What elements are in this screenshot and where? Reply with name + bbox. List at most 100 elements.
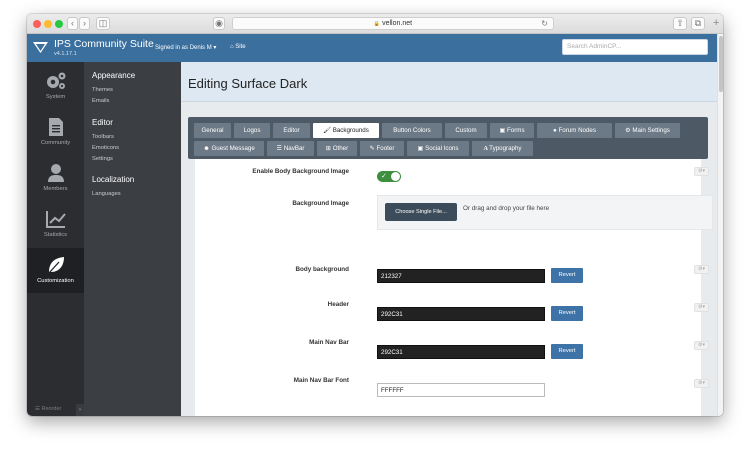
- signed-in-menu[interactable]: Signed in as Denis M ▾: [155, 44, 216, 51]
- tab-general[interactable]: General: [194, 123, 231, 138]
- tab-main-settings[interactable]: ⚙ Main Settings: [615, 123, 680, 138]
- submenu-item-toolbars[interactable]: Toolbars: [92, 134, 114, 140]
- rail-label: Members: [43, 186, 68, 192]
- enable-body-bg-label: Enable Body Background Image: [252, 168, 349, 175]
- rail-item-statistics[interactable]: Statistics: [27, 202, 84, 247]
- setting-options-icon[interactable]: ⚙▾: [694, 303, 709, 312]
- tabs-overview-icon[interactable]: ⧉: [691, 17, 705, 30]
- rail-label: Customization: [37, 278, 74, 284]
- main-content: Editing Surface Dark General Logos Edito…: [181, 62, 717, 416]
- tab-guest-message-label: Guest Message: [211, 145, 255, 152]
- tab-navbar[interactable]: ☰ NavBar: [267, 141, 314, 156]
- setting-options-icon[interactable]: ⚙▾: [694, 379, 709, 388]
- submenu-item-themes[interactable]: Themes: [92, 87, 113, 93]
- rail-item-system[interactable]: System: [27, 64, 84, 109]
- drop-text: Or drag and drop your file here: [463, 205, 550, 212]
- tab-guest-message[interactable]: ☻ Guest Message: [194, 141, 264, 156]
- tab-editor[interactable]: Editor: [273, 123, 310, 138]
- header-label: Header: [327, 301, 349, 308]
- tab-custom[interactable]: Custom: [445, 123, 487, 138]
- setting-options-icon[interactable]: ⚙▾: [694, 265, 709, 274]
- reload-icon[interactable]: ↻: [541, 18, 548, 30]
- home-icon: ⌂: [230, 44, 234, 50]
- tab-button-colors[interactable]: Button Colors: [382, 123, 442, 138]
- lock-icon: 🔒: [373, 21, 381, 27]
- brand-name: IPS Community Suite: [54, 38, 154, 50]
- submenu-item-settings[interactable]: Settings: [92, 156, 113, 162]
- revert-button[interactable]: Revert: [551, 344, 583, 359]
- privacy-icon[interactable]: ◉: [213, 17, 225, 30]
- body-background-input[interactable]: 212327: [377, 269, 545, 283]
- ips-logo-icon: [33, 42, 48, 53]
- site-link[interactable]: ⌂ Site: [230, 44, 246, 50]
- share-icon[interactable]: ⇧: [673, 17, 687, 30]
- toggle-knob: [391, 172, 400, 181]
- submenu-item-emoticons[interactable]: Emoticons: [92, 145, 119, 151]
- brand-version: v4.1.17.1: [54, 51, 77, 57]
- document-icon: [48, 118, 63, 136]
- site-link-label: Site: [235, 44, 246, 50]
- chart-icon: [45, 211, 66, 228]
- sidebar-toggle-icon[interactable]: ◫: [96, 17, 110, 30]
- tab-forms[interactable]: ▣ Forms: [490, 123, 534, 138]
- tab-social-icons[interactable]: ▣ Social Icons: [407, 141, 469, 156]
- browser-toolbar: ‹ › ◫ ◉ 🔒 vellon.net ↻ ⇧ ⧉ +: [27, 14, 723, 34]
- collapse-menu-button[interactable]: ›: [76, 404, 84, 416]
- tab-main-settings-label: Main Settings: [632, 127, 670, 134]
- tab-forum-nodes-label: Forum Nodes: [558, 127, 596, 134]
- header-input[interactable]: 292C31: [377, 307, 545, 321]
- enable-body-bg-toggle[interactable]: ✓: [377, 171, 401, 182]
- brush-icon: 🖌: [323, 127, 333, 134]
- address-url: vellon.net: [382, 20, 413, 27]
- pencil-icon: ✎: [369, 145, 377, 152]
- body-background-label: Body background: [295, 266, 349, 273]
- secondary-nav: Appearance Themes Emails Editor Toolbars…: [84, 62, 181, 416]
- tab-social-icons-label: Social Icons: [425, 145, 459, 152]
- file-upload-zone[interactable]: Choose Single File... Or drag and drop y…: [377, 195, 713, 230]
- admin-header: IPS Community Suite v4.1.17.1 Signed in …: [27, 34, 717, 62]
- main-nav-bar-font-input[interactable]: FFFFFF: [377, 383, 545, 397]
- user-icon: [47, 164, 64, 182]
- tab-footer-label: Footer: [376, 145, 395, 152]
- submenu-heading-editor: Editor: [92, 118, 113, 127]
- rail-item-customization[interactable]: Customization: [27, 248, 84, 293]
- rail-label: System: [45, 94, 66, 100]
- brand[interactable]: IPS Community Suite v4.1.17.1: [54, 38, 154, 57]
- tab-footer[interactable]: ✎ Footer: [360, 141, 404, 156]
- zoom-window-button[interactable]: [55, 20, 63, 28]
- submenu-item-languages[interactable]: Languages: [92, 191, 121, 197]
- search-input[interactable]: Search AdminCP...: [562, 39, 708, 55]
- rail-item-community[interactable]: Community: [27, 110, 84, 155]
- rail-item-members[interactable]: Members: [27, 156, 84, 201]
- tab-typography[interactable]: A Typography: [472, 141, 533, 156]
- form-icon: ▣: [499, 127, 508, 134]
- rail-label: Statistics: [43, 232, 68, 238]
- choose-file-button[interactable]: Choose Single File...: [385, 203, 457, 221]
- page-title: Editing Surface Dark: [188, 76, 308, 91]
- page-header: Editing Surface Dark: [181, 62, 717, 102]
- browser-window: ‹ › ◫ ◉ 🔒 vellon.net ↻ ⇧ ⧉ + IPS Communi…: [27, 14, 723, 416]
- setting-options-icon[interactable]: ⚙▾: [694, 341, 709, 350]
- reorder-link[interactable]: ☰ Reorder: [35, 406, 61, 412]
- minimize-window-button[interactable]: [44, 20, 52, 28]
- tab-forum-nodes[interactable]: ● Forum Nodes: [537, 123, 612, 138]
- theme-settings-tabs: General Logos Editor 🖌 Backgrounds Butto…: [188, 117, 708, 159]
- tab-other-label: Other: [332, 145, 349, 152]
- revert-button[interactable]: Revert: [551, 306, 583, 321]
- back-icon[interactable]: ‹: [67, 17, 78, 30]
- page-scrollbar[interactable]: [717, 34, 723, 416]
- close-window-button[interactable]: [33, 20, 41, 28]
- tab-other[interactable]: ⊞ Other: [317, 141, 357, 156]
- scrollbar-thumb[interactable]: [719, 36, 723, 92]
- background-image-label: Background Image: [292, 200, 349, 207]
- address-bar[interactable]: 🔒 vellon.net ↻: [232, 17, 554, 30]
- tab-backgrounds[interactable]: 🖌 Backgrounds: [313, 123, 379, 138]
- tab-logos[interactable]: Logos: [234, 123, 270, 138]
- submenu-item-emails[interactable]: Emails: [92, 98, 109, 104]
- leaf-icon: [48, 257, 64, 274]
- revert-button[interactable]: Revert: [551, 268, 583, 283]
- main-nav-bar-input[interactable]: 292C31: [377, 345, 545, 359]
- forward-icon[interactable]: ›: [79, 17, 90, 30]
- setting-options-icon[interactable]: ⚙▾: [694, 167, 709, 176]
- new-tab-icon[interactable]: +: [713, 17, 723, 31]
